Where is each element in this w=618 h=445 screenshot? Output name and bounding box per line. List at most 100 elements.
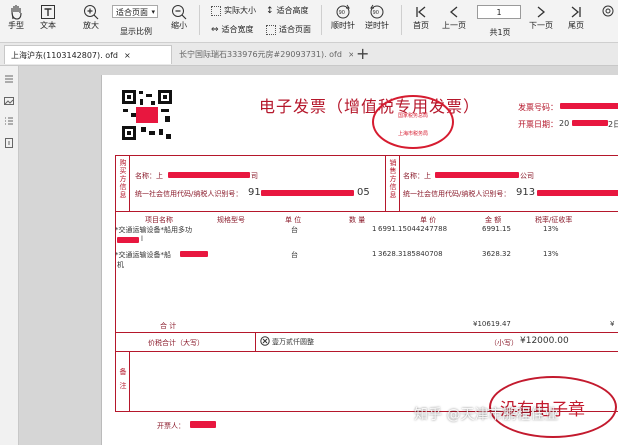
redaction-mark bbox=[117, 237, 139, 243]
first-page-icon bbox=[416, 6, 426, 18]
item-name-cont: 机 bbox=[117, 261, 124, 269]
item-name: *交通运输设备*船用多功 bbox=[115, 226, 192, 234]
drawer-label: 开票人： bbox=[157, 422, 185, 430]
zoom-select[interactable]: 适合页面 ▾ bbox=[112, 5, 158, 18]
last-page-label: 尾页 bbox=[568, 21, 584, 30]
next-page-icon bbox=[537, 6, 546, 18]
text-tool-button[interactable]: 文本 bbox=[36, 4, 60, 31]
item-name-cont: l bbox=[141, 235, 143, 243]
small-total-label: （小写） bbox=[490, 339, 518, 347]
total-amount: ¥10619.47 bbox=[473, 320, 511, 328]
actual-size-button[interactable]: 实际大小 bbox=[211, 5, 256, 16]
prev-page-label: 上一页 bbox=[442, 21, 466, 30]
prev-page-icon bbox=[449, 6, 458, 18]
first-page-label: 首页 bbox=[413, 21, 429, 30]
column-header: 金 额 bbox=[485, 216, 502, 224]
hand-tool-button[interactable]: 手型 bbox=[4, 4, 28, 31]
close-circle-icon bbox=[260, 336, 270, 346]
item-unit: 台 bbox=[291, 226, 298, 234]
item-price: 3628.3185840708 bbox=[378, 250, 443, 258]
new-tab-icon[interactable]: + bbox=[356, 45, 369, 63]
buyer-name-suffix: 司 bbox=[251, 172, 258, 180]
grand-total-words: 壹万贰仟圆整 bbox=[272, 338, 314, 346]
page-total-label: 共1页 bbox=[489, 28, 511, 37]
rotate-counterclockwise-icon: 90 bbox=[370, 4, 384, 19]
zoom-out-label: 缩小 bbox=[171, 21, 187, 30]
zoom-select-value: 适合页面 bbox=[116, 8, 148, 17]
toolbar-divider bbox=[401, 5, 402, 35]
item-price: 6991.15044247788 bbox=[378, 225, 448, 233]
item-amount: 6991.15 bbox=[482, 225, 511, 233]
image-icon[interactable] bbox=[4, 96, 14, 106]
redaction-mark bbox=[435, 172, 519, 178]
seller-tax-start: 913 bbox=[516, 187, 536, 198]
seller-section-label: 销售方信息 bbox=[389, 159, 397, 199]
thumbnail-icon[interactable] bbox=[4, 74, 14, 84]
item-rate: 13% bbox=[543, 225, 559, 233]
buyer-tax-end: 05 bbox=[357, 187, 370, 198]
settings-button[interactable] bbox=[600, 4, 616, 18]
zoom-out-button[interactable]: 缩小 bbox=[167, 4, 191, 31]
seal-top-text: 国家税务总局 bbox=[397, 113, 428, 119]
close-icon[interactable]: × bbox=[124, 51, 131, 60]
tab-document-2[interactable]: 长宁国际瑞石333976元房#29093731). ofd × bbox=[173, 45, 353, 64]
next-page-button[interactable]: 下一页 bbox=[527, 4, 555, 31]
rotate-cw-button[interactable]: 90 顺时针 bbox=[328, 4, 358, 31]
last-page-button[interactable]: 尾页 bbox=[563, 4, 589, 31]
seller-name-prefix: 名称：上 bbox=[403, 172, 431, 180]
hand-label: 手型 bbox=[8, 21, 24, 30]
first-page-button[interactable]: 首页 bbox=[408, 4, 434, 31]
next-page-label: 下一页 bbox=[529, 21, 553, 30]
svg-text:90: 90 bbox=[373, 10, 379, 16]
column-header: 税率/征收率 bbox=[535, 216, 573, 224]
table-border bbox=[115, 332, 618, 333]
close-icon[interactable]: × bbox=[348, 50, 353, 59]
issue-date-suffix: 2日 bbox=[608, 120, 618, 129]
zoom-in-icon bbox=[84, 5, 99, 20]
attachment-icon[interactable] bbox=[4, 138, 14, 148]
column-header: 数 量 bbox=[349, 216, 366, 224]
table-border bbox=[115, 211, 618, 212]
sidebar bbox=[0, 66, 19, 445]
seller-tax-label: 统一社会信用代码/纳税人识别号： bbox=[403, 190, 511, 198]
item-name: *交通运输设备*船 bbox=[115, 251, 171, 259]
fit-width-button[interactable]: ⇔ 适合宽度 bbox=[211, 24, 254, 35]
grand-total-number: ¥12000.00 bbox=[520, 336, 569, 346]
rotate-ccw-button[interactable]: 90 逆时针 bbox=[362, 4, 392, 31]
fit-page-label: 适合页面 bbox=[279, 25, 311, 34]
remarks-label: 备注 bbox=[119, 368, 127, 390]
fit-height-icon: ↕ bbox=[266, 5, 274, 16]
page-number-input[interactable]: 1 bbox=[477, 5, 521, 19]
item-qty: 1 bbox=[372, 250, 377, 258]
fit-width-label: 适合宽度 bbox=[221, 25, 254, 34]
zoom-in-label: 放大 bbox=[83, 21, 99, 30]
table-border bbox=[129, 155, 130, 211]
tab-label: 长宁国际瑞石333976元房#29093731). ofd bbox=[179, 50, 342, 59]
issue-date-partial: 20 bbox=[559, 119, 570, 128]
invoice-number-label: 发票号码： bbox=[518, 103, 558, 112]
item-qty: 1 bbox=[372, 225, 377, 233]
prev-page-button[interactable]: 上一页 bbox=[440, 4, 468, 31]
table-border bbox=[129, 351, 130, 411]
text-label: 文本 bbox=[40, 21, 56, 30]
fit-height-button[interactable]: ↕ 适合高度 bbox=[266, 5, 309, 16]
fit-page-button[interactable]: 适合页面 bbox=[266, 24, 311, 35]
qr-code bbox=[121, 89, 173, 141]
table-border bbox=[115, 351, 618, 352]
actual-size-icon bbox=[211, 5, 221, 16]
redaction-mark bbox=[180, 251, 208, 257]
item-amount: 3628.32 bbox=[482, 250, 511, 258]
buyer-section-label: 购买方信息 bbox=[119, 159, 127, 199]
outline-icon[interactable] bbox=[4, 116, 14, 126]
table-border bbox=[115, 155, 618, 156]
total-label: 合 计 bbox=[160, 322, 177, 330]
rotate-cw-label: 顺时针 bbox=[331, 21, 355, 30]
grand-total-label: 价税合计（大写） bbox=[148, 339, 204, 347]
svg-text:90: 90 bbox=[339, 10, 345, 16]
text-icon bbox=[41, 5, 55, 19]
zoom-in-button[interactable]: 放大 bbox=[79, 4, 103, 31]
tab-document-1[interactable]: 上海沪东(1103142807). ofd × bbox=[4, 45, 172, 64]
rotate-clockwise-icon: 90 bbox=[336, 4, 350, 19]
toolbar-divider bbox=[321, 5, 322, 35]
issue-date-label: 开票日期： bbox=[518, 120, 558, 129]
